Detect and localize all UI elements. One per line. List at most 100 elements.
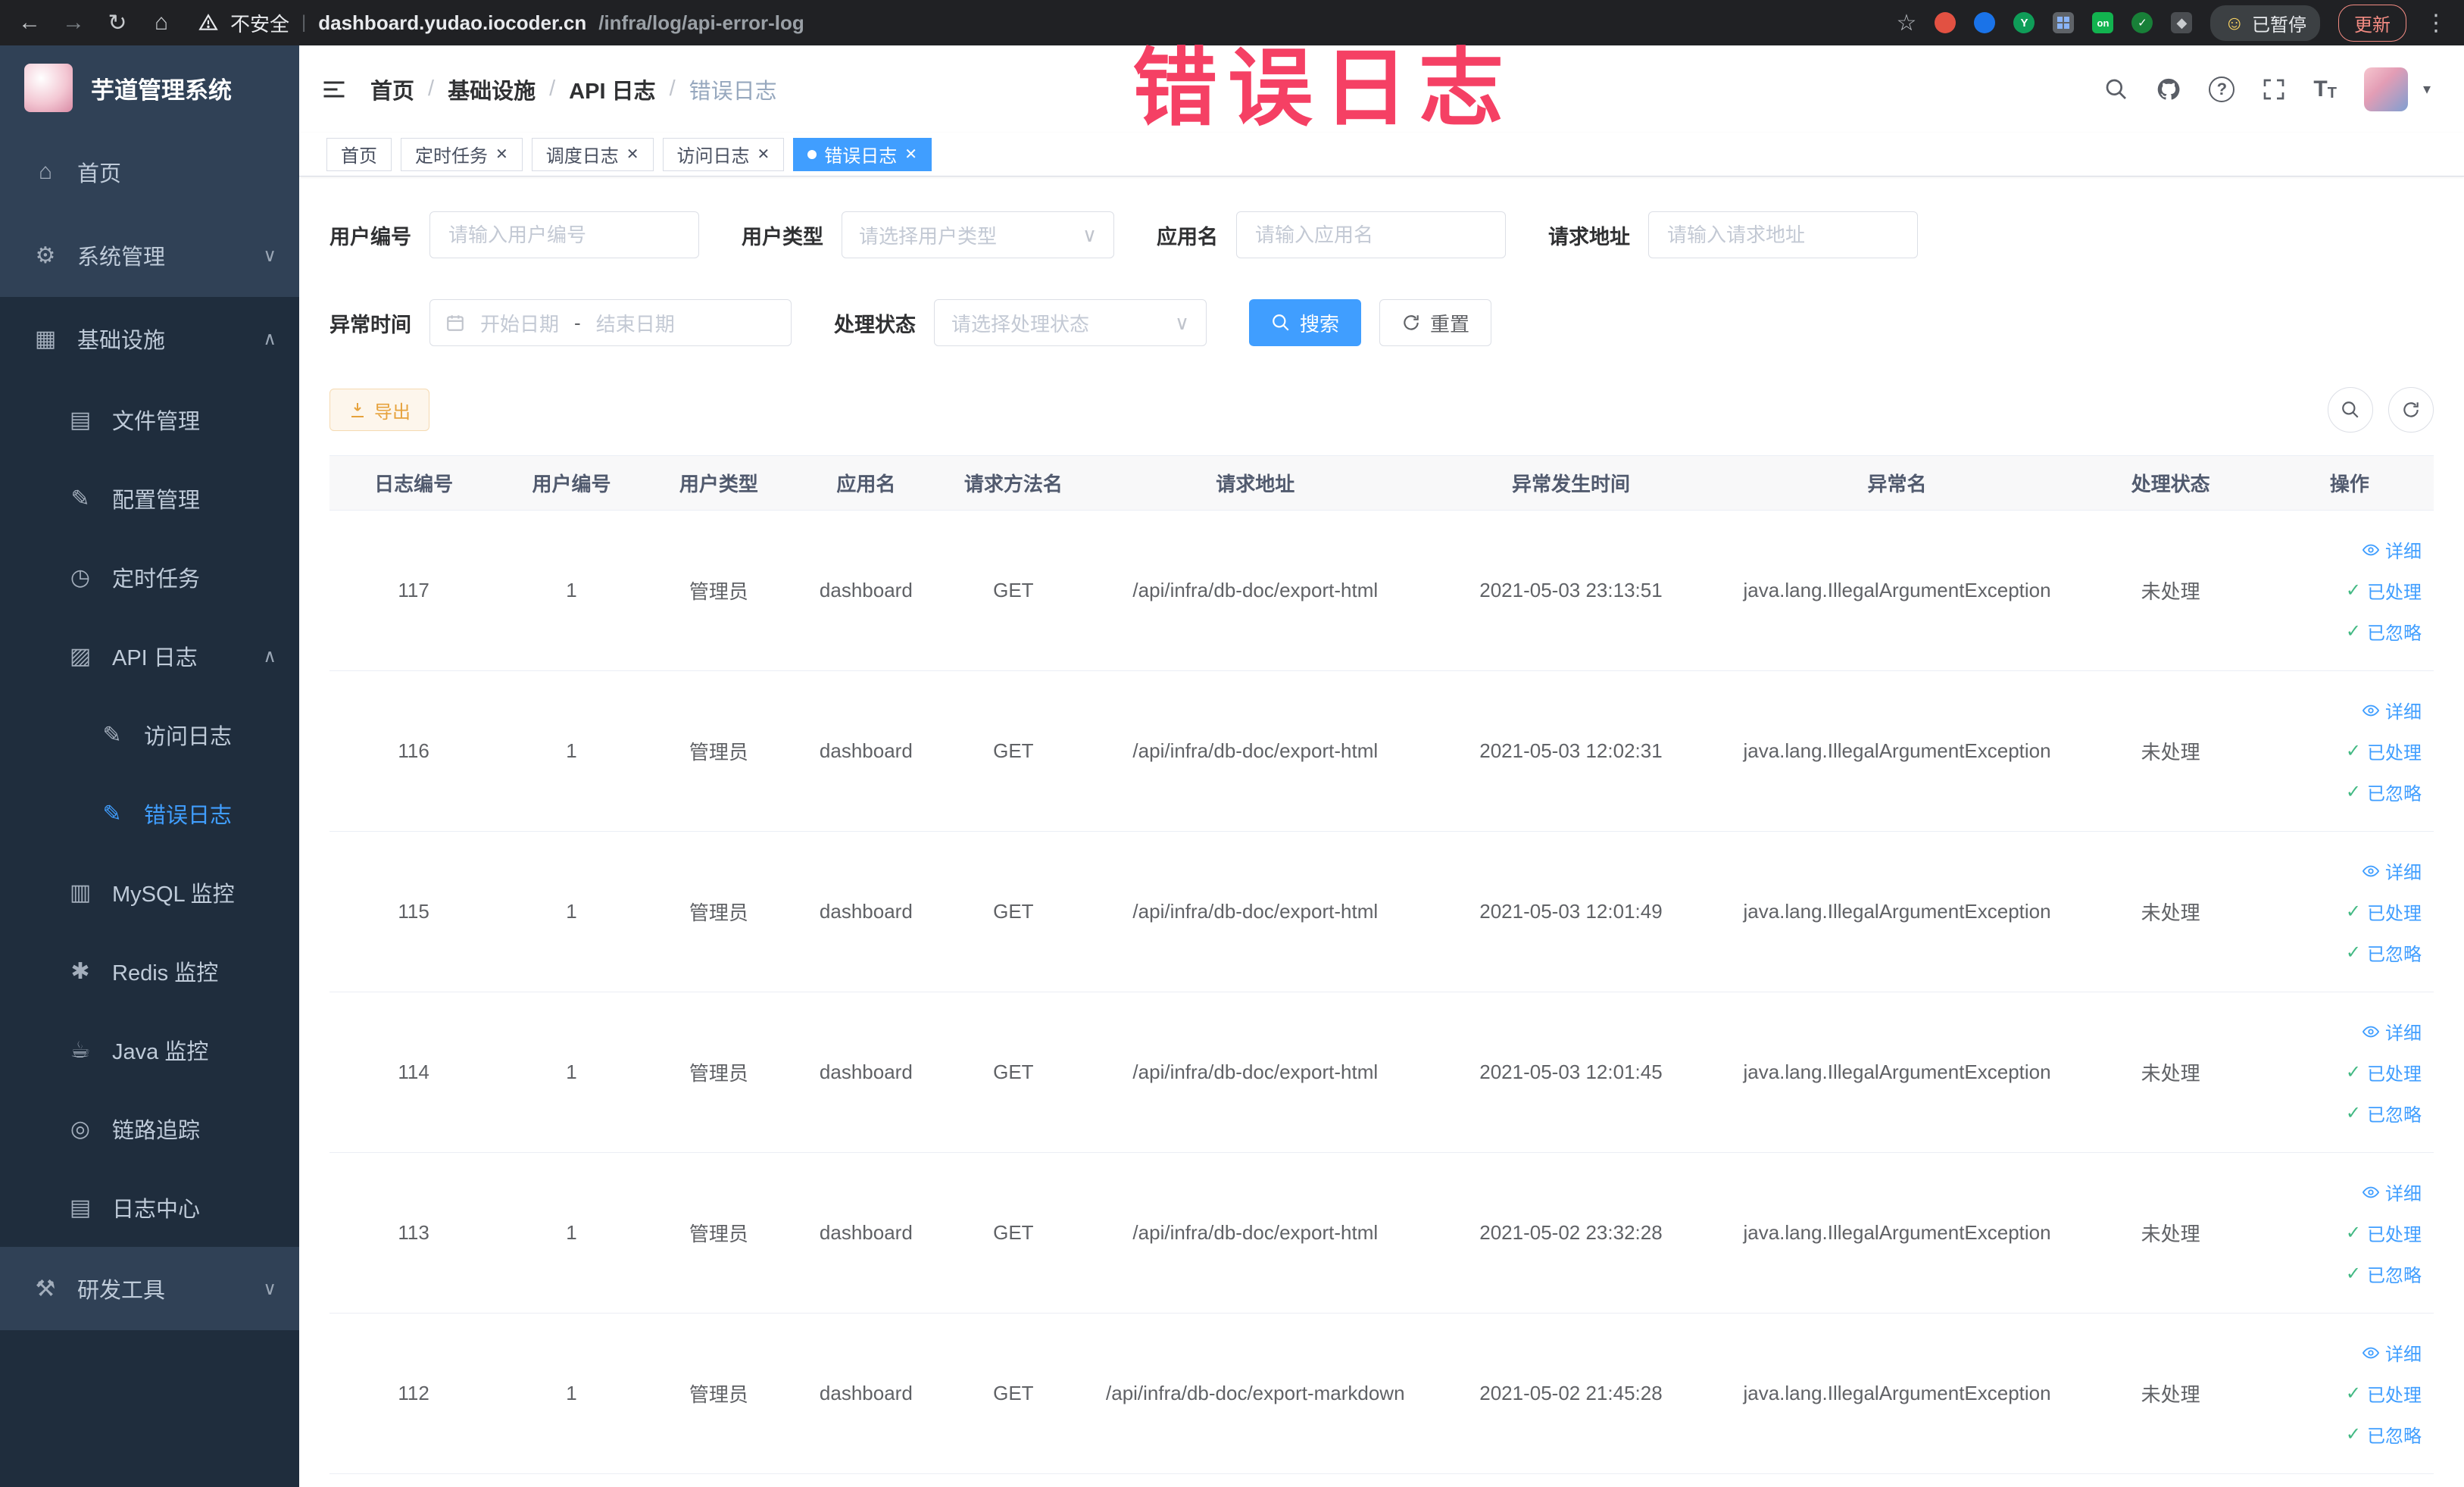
extensions-puzzle-icon[interactable]: ◆ (2171, 12, 2193, 33)
processed-link[interactable]: ✓ 已处理 (2272, 1373, 2422, 1414)
detail-link[interactable]: 详细 (2272, 690, 2422, 731)
tab-close-icon[interactable]: ✕ (757, 145, 770, 164)
app-name-input[interactable] (1236, 211, 1506, 258)
profile-paused-badge[interactable]: ☺ 已暂停 (2210, 5, 2320, 41)
sidebar-item-label: Java 监控 (112, 1040, 209, 1064)
tab-dispatch-logs[interactable]: 调度日志 ✕ (531, 137, 654, 171)
detail-link[interactable]: 详细 (2272, 530, 2422, 570)
hamburger-icon[interactable] (320, 76, 348, 103)
reload-icon[interactable]: ↻ (105, 10, 130, 36)
extension-icon-1[interactable] (1935, 12, 1957, 33)
sidebar-item-mysql-monitor[interactable]: ▥ MySQL 监控 (0, 853, 299, 932)
sidebar-item-log-center[interactable]: ▤ 日志中心 (0, 1168, 299, 1247)
tab-access-logs[interactable]: 访问日志 ✕ (662, 137, 785, 171)
address-bar[interactable]: 不安全 | dashboard.yudao.iocoder.cn/infra/l… (198, 9, 1878, 37)
font-size-icon[interactable]: TT (2313, 77, 2337, 102)
processed-link[interactable]: ✓ 已处理 (2272, 1213, 2422, 1254)
user-id-input[interactable] (429, 211, 699, 258)
ignore-link[interactable]: ✓ 已忽略 (2272, 932, 2422, 973)
tab-error-logs[interactable]: 错误日志 ✕ (793, 137, 932, 171)
cell-exception-time: 2021-05-02 23:32:28 (1423, 1152, 1719, 1314)
processed-link[interactable]: ✓ 已处理 (2272, 1052, 2422, 1093)
fullscreen-icon[interactable] (2262, 77, 2286, 102)
cell-user-id: 1 (498, 670, 645, 832)
extension-icon-2[interactable] (1974, 12, 1996, 33)
detail-label: 详细 (2385, 1023, 2422, 1044)
profile-emoji-icon: ☺ (2224, 11, 2244, 34)
sidebar-item-error-logs[interactable]: ✎ 错误日志 (0, 774, 299, 853)
avatar-caret-icon[interactable]: ▾ (2423, 80, 2431, 98)
back-icon[interactable]: ← (17, 10, 42, 36)
extension-icon-on[interactable]: on (2092, 12, 2114, 33)
ignore-link[interactable]: ✓ 已忽略 (2272, 1414, 2422, 1455)
filter-exception-time: 异常时间 开始日期 - 结束日期 (329, 299, 792, 346)
search-icon (1273, 314, 1289, 331)
chrome-update-button[interactable]: 更新 (2338, 4, 2406, 42)
bookmark-star-icon[interactable]: ☆ (1897, 10, 1917, 36)
chevron-down-icon: ∨ (263, 245, 276, 266)
github-icon[interactable] (2156, 77, 2181, 102)
breadcrumb-item-infrastructure[interactable]: 基础设施 (448, 73, 536, 105)
extension-icon-3[interactable]: Y (2013, 12, 2035, 33)
ignore-link[interactable]: ✓ 已忽略 (2272, 611, 2422, 652)
detail-link[interactable]: 详细 (2272, 851, 2422, 892)
sidebar-item-access-logs[interactable]: ✎ 访问日志 (0, 695, 299, 774)
browser-menu-icon[interactable]: ⋮ (2425, 10, 2447, 36)
sidebar-item-file-management[interactable]: ▤ 文件管理 (0, 380, 299, 459)
tab-close-icon[interactable]: ✕ (904, 145, 917, 164)
home-browser-icon[interactable]: ⌂ (148, 10, 174, 36)
user-type-select[interactable]: 请选择用户类型 ∨ (842, 211, 1114, 258)
sidebar-item-config-management[interactable]: ✎ 配置管理 (0, 459, 299, 538)
sidebar-item-infrastructure[interactable]: ▦ 基础设施 ∧ (0, 297, 299, 380)
extension-icon-tree[interactable]: ✓ (2131, 12, 2153, 33)
sidebar-item-home[interactable]: ⌂ 首页 (0, 130, 299, 214)
tab-home[interactable]: 首页 (326, 137, 392, 171)
ignore-link[interactable]: ✓ 已忽略 (2272, 1093, 2422, 1134)
sidebar-item-dev-tools[interactable]: ⚒ 研发工具 ∨ (0, 1247, 299, 1330)
process-status-select[interactable]: 请选择处理状态 ∨ (934, 299, 1207, 346)
sidebar-item-label: 配置管理 (112, 489, 201, 513)
processed-link[interactable]: ✓ 已处理 (2272, 731, 2422, 772)
check-icon: ✓ (2345, 782, 2361, 802)
sidebar-item-java-monitor[interactable]: ☕ Java 监控 (0, 1011, 299, 1089)
sidebar-item-system-management[interactable]: ⚙ 系统管理 ∨ (0, 214, 299, 297)
ignore-link[interactable]: ✓ 已忽略 (2272, 1254, 2422, 1295)
select-placeholder: 请选择用户类型 (859, 224, 998, 248)
ignore-link[interactable]: ✓ 已忽略 (2272, 772, 2422, 813)
search-button[interactable]: 搜索 (1249, 299, 1362, 346)
detail-link[interactable]: 详细 (2272, 1011, 2422, 1052)
sidebar-item-api-logs[interactable]: ▨ API 日志 ∧ (0, 617, 299, 695)
forward-icon[interactable]: → (61, 10, 86, 36)
detail-link[interactable]: 详细 (2272, 1332, 2422, 1373)
gear-icon: ⚙ (35, 242, 56, 268)
processed-link[interactable]: ✓ 已处理 (2272, 892, 2422, 932)
avatar[interactable] (2363, 67, 2408, 111)
request-url-input[interactable] (1648, 211, 1918, 258)
toggle-search-button[interactable] (2328, 387, 2373, 433)
breadcrumb-item-home[interactable]: 首页 (370, 73, 414, 105)
processed-link[interactable]: ✓ 已处理 (2272, 570, 2422, 611)
tab-close-icon[interactable]: ✕ (626, 145, 639, 164)
sidebar-item-label: 文件管理 (112, 410, 201, 434)
sidebar-item-scheduled-tasks[interactable]: ◷ 定时任务 (0, 538, 299, 617)
sidebar-item-redis-monitor[interactable]: ✱ Redis 监控 (0, 932, 299, 1011)
help-icon[interactable]: ? (2209, 76, 2235, 102)
ignore-label: 已忽略 (2367, 945, 2422, 965)
sidebar-item-trace[interactable]: ◎ 链路追踪 (0, 1089, 299, 1168)
app-logo[interactable]: 芋道管理系统 (0, 45, 299, 130)
cell-app-name: dashboard (792, 670, 940, 832)
search-icon[interactable] (2104, 77, 2128, 102)
export-button[interactable]: 导出 (329, 389, 429, 431)
extension-icon-grid[interactable] (2053, 12, 2075, 33)
date-range-picker[interactable]: 开始日期 - 结束日期 (429, 299, 792, 346)
tab-scheduled-tasks[interactable]: 定时任务 ✕ (401, 137, 523, 171)
detail-link[interactable]: 详细 (2272, 1172, 2422, 1213)
main-panel: 首页 / 基础设施 / API 日志 / 错误日志 ? TT ▾ 首页 定时任务… (299, 45, 2464, 1487)
breadcrumb-item-api-logs[interactable]: API 日志 (569, 73, 655, 105)
cell-request-url: /api/infra/db-doc/export-html (1087, 831, 1424, 992)
download-icon (351, 403, 364, 417)
reset-button[interactable]: 重置 (1379, 299, 1492, 346)
document-icon: ✎ (102, 801, 122, 826)
refresh-table-button[interactable] (2388, 387, 2434, 433)
tab-close-icon[interactable]: ✕ (495, 145, 508, 164)
